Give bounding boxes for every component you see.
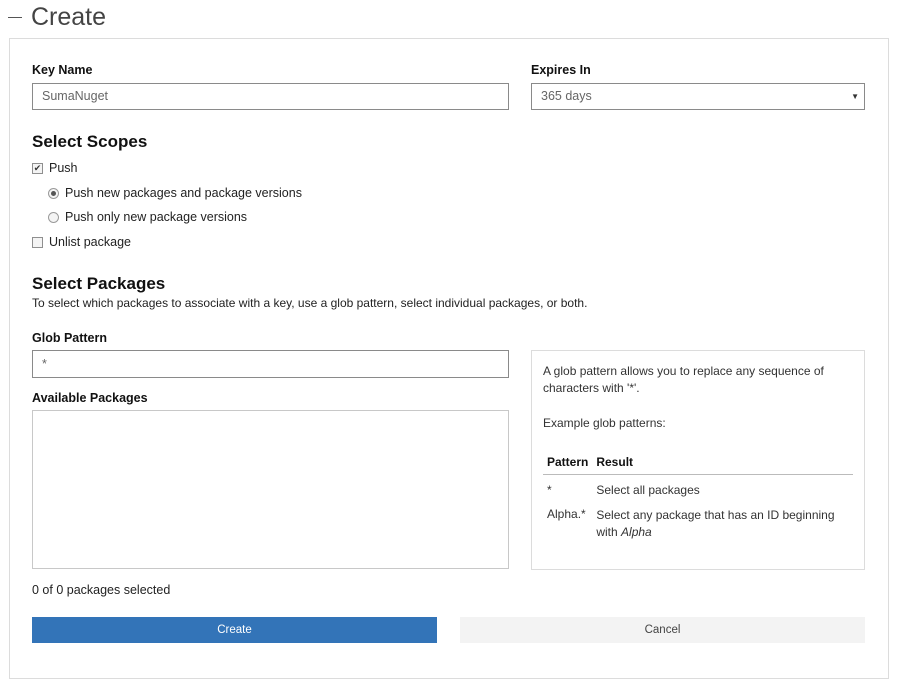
result-text: Select any package that has an ID beginn…: [596, 508, 835, 522]
glob-help-box: A glob pattern allows you to replace any…: [531, 350, 865, 570]
push-checkbox[interactable]: ✔: [32, 162, 43, 174]
unlist-checkbox[interactable]: [32, 236, 43, 248]
unlist-checkbox-row[interactable]: Unlist package: [32, 235, 131, 249]
page-title: Create: [31, 3, 107, 31]
check-icon: ✔: [33, 162, 42, 173]
result-cell: Select all packages: [596, 483, 700, 497]
col-result-header: Result: [596, 455, 634, 469]
packages-description: To select which packages to associate wi…: [32, 296, 588, 310]
push-option-2-radio[interactable]: [48, 211, 59, 223]
pattern-cell: *: [547, 483, 552, 497]
glob-label: Glob Pattern: [32, 331, 108, 345]
push-label: Push: [49, 161, 78, 175]
col-pattern-header: Pattern: [547, 455, 589, 469]
expires-select[interactable]: 365 days ▼: [531, 83, 865, 110]
packages-heading: Select Packages: [32, 274, 166, 293]
push-option-2-row[interactable]: Push only new package versions: [48, 210, 247, 224]
expires-label: Expires In: [531, 63, 591, 77]
push-option-1-label: Push new packages and package versions: [65, 186, 302, 200]
table-row: * Select all packages: [543, 475, 853, 502]
unlist-label: Unlist package: [49, 235, 131, 249]
push-option-1-row[interactable]: Push new packages and package versions: [48, 186, 302, 200]
expires-value: 365 days: [541, 89, 592, 103]
glob-examples-label: Example glob patterns:: [543, 416, 666, 430]
section-header[interactable]: Create: [8, 0, 106, 34]
result-cell: Select any package that has an ID beginn…: [592, 501, 853, 547]
scopes-heading: Select Scopes: [32, 132, 148, 151]
available-packages-list[interactable]: [32, 410, 509, 569]
push-option-2-label: Push only new package versions: [65, 210, 248, 224]
key-name-label: Key Name: [32, 63, 93, 77]
pattern-cell: Alpha.*: [547, 507, 586, 521]
chevron-down-icon: ▼: [851, 92, 859, 101]
minus-icon[interactable]: [8, 16, 22, 19]
key-name-input[interactable]: SumaNuget: [32, 83, 509, 110]
glob-help-line2: characters with '*'.: [543, 381, 640, 395]
push-option-1-radio[interactable]: [48, 187, 59, 199]
selected-count: 0 of 0 packages selected: [32, 583, 171, 597]
create-button[interactable]: Create: [32, 617, 437, 643]
table-row: Alpha.* Select any package that has an I…: [543, 501, 853, 547]
glob-examples-table: Pattern Result * Select all packages Alp…: [543, 453, 853, 547]
glob-help-line1: A glob pattern allows you to replace any…: [543, 364, 824, 378]
push-checkbox-row[interactable]: ✔ Push: [32, 161, 78, 175]
cancel-button[interactable]: Cancel: [460, 617, 865, 643]
result-emphasis: Alpha: [621, 525, 652, 539]
glob-input[interactable]: *: [32, 350, 509, 378]
available-packages-label: Available Packages: [32, 391, 148, 405]
result-text-line2: with: [596, 525, 622, 539]
